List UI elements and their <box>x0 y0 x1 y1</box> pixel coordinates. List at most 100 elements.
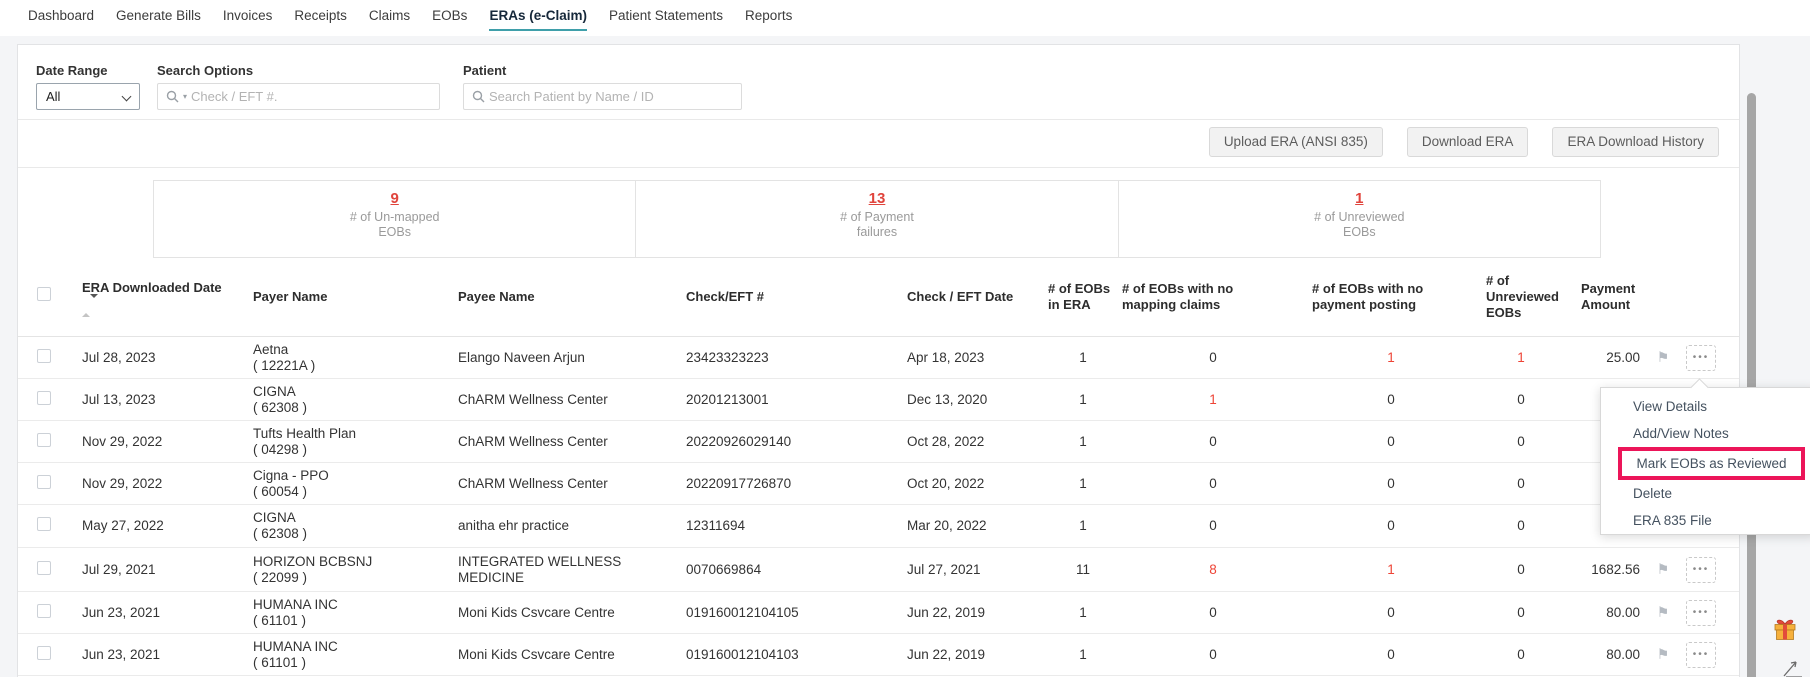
row-checkbox[interactable] <box>37 560 51 575</box>
patient-search-input[interactable] <box>489 89 741 104</box>
tab-eras-eclaim[interactable]: ERAs (e-Claim) <box>489 8 587 31</box>
eobs-no-posting-cell: 0 <box>1387 646 1395 662</box>
table-row[interactable]: Nov 29, 2022 Cigna - PPO( 60054 ) ChARM … <box>18 463 1739 505</box>
menu-item-add-view-notes[interactable]: Add/View Notes <box>1601 420 1810 447</box>
check-eft-date-cell: Jun 22, 2019 <box>907 646 986 662</box>
stat-unreviewed-eobs: 1 # of Unreviewed EOBs <box>1117 180 1601 258</box>
eobs-no-mapping-cell: 0 <box>1209 433 1217 449</box>
stat-failures-value-link[interactable]: 13 <box>869 190 886 207</box>
date-range-label: Date Range <box>36 63 108 78</box>
gift-icon[interactable] <box>1772 616 1798 647</box>
search-type-caret-icon[interactable]: ▾ <box>183 92 187 101</box>
unreviewed-eobs-cell: 0 <box>1517 561 1525 577</box>
header-payer-name: Payer Name <box>253 288 328 304</box>
date-range-value: All <box>46 89 61 104</box>
stat-failures-label: # of Payment failures <box>840 210 914 239</box>
tab-claims[interactable]: Claims <box>369 8 410 29</box>
table-row[interactable]: Jun 23, 2021 HUMANA INC( 61101 ) Moni Ki… <box>18 592 1739 634</box>
tab-receipts[interactable]: Receipts <box>294 8 347 29</box>
menu-item-mark-eobs-reviewed[interactable]: Mark EOBs as Reviewed <box>1618 447 1805 480</box>
eobs-in-era-cell: 11 <box>1075 561 1090 577</box>
row-context-menu: View Details Add/View Notes Mark EOBs as… <box>1600 387 1810 535</box>
era-downloaded-date-cell: May 27, 2022 <box>82 518 164 533</box>
unreviewed-eobs-cell: 0 <box>1517 391 1525 407</box>
payee-name-cell: Moni Kids Csvcare Centre <box>458 646 615 662</box>
table-row[interactable]: Jun 23, 2021 HUMANA INC( 61101 ) Moni Ki… <box>18 634 1739 676</box>
flag-icon[interactable]: ⚑ <box>1657 349 1670 365</box>
check-eft-date-cell: Oct 20, 2022 <box>907 475 985 491</box>
payment-amount-cell: 25.00 <box>1606 349 1640 365</box>
table-row[interactable]: Jul 29, 2021 HORIZON BCBSNJ( 22099 ) INT… <box>18 548 1739 592</box>
row-actions-button[interactable]: ••• <box>1686 344 1716 371</box>
eobs-in-era-cell: 1 <box>1079 433 1087 449</box>
header-check-eft-date: Check / EFT Date <box>907 288 1014 304</box>
era-downloaded-date-cell: Jul 13, 2023 <box>82 391 156 407</box>
header-eobs-no-mapping: # of EOBs with no mapping claims <box>1122 280 1234 312</box>
header-unreviewed-eobs: # of Unreviewed EOBs <box>1486 272 1559 320</box>
unreviewed-eobs-cell: 0 <box>1517 646 1525 662</box>
menu-item-delete[interactable]: Delete <box>1601 480 1810 507</box>
row-actions-button[interactable]: ••• <box>1686 641 1716 668</box>
tab-reports[interactable]: Reports <box>745 8 792 29</box>
era-downloaded-date-cell: Nov 29, 2022 <box>82 475 163 491</box>
row-checkbox[interactable] <box>37 474 51 489</box>
eobs-no-posting-cell: 0 <box>1387 433 1395 449</box>
row-checkbox[interactable] <box>37 517 51 531</box>
menu-item-era-835-file[interactable]: ERA 835 File <box>1601 507 1810 534</box>
era-downloaded-date-cell: Nov 29, 2022 <box>82 433 163 449</box>
stat-unmapped-value-link[interactable]: 9 <box>390 190 398 207</box>
menu-item-view-details[interactable]: View Details <box>1601 393 1810 420</box>
sort-indicator-icon[interactable] <box>82 293 253 317</box>
select-all-checkbox[interactable] <box>37 287 51 301</box>
eobs-no-mapping-cell: 0 <box>1209 349 1217 365</box>
tab-invoices[interactable]: Invoices <box>223 8 273 29</box>
upload-era-button[interactable]: Upload ERA (ANSI 835) <box>1208 127 1383 157</box>
flag-icon[interactable]: ⚑ <box>1657 646 1670 662</box>
table-row[interactable]: Jul 28, 2023 Aetna( 12221A ) Elango Nave… <box>18 337 1739 379</box>
era-download-history-button[interactable]: ERA Download History <box>1552 127 1719 157</box>
tab-dashboard[interactable]: Dashboard <box>28 8 94 29</box>
eobs-no-mapping-cell: 0 <box>1209 646 1217 662</box>
flag-icon[interactable]: ⚑ <box>1657 604 1670 620</box>
tab-patient-statements[interactable]: Patient Statements <box>609 8 723 29</box>
tab-eobs[interactable]: EOBs <box>432 8 467 29</box>
row-actions-button[interactable]: ••• <box>1686 599 1716 626</box>
eobs-no-mapping-cell: 1 <box>1209 391 1217 407</box>
table-row[interactable]: Jul 13, 2023 CIGNA( 62308 ) ChARM Wellne… <box>18 379 1739 421</box>
table-row[interactable]: Nov 29, 2022 Tufts Health Plan( 04298 ) … <box>18 421 1739 463</box>
check-eft-number-cell: 23423323223 <box>686 349 769 365</box>
check-eft-searchbox: ▾ <box>157 83 440 110</box>
row-checkbox[interactable] <box>37 645 51 660</box>
eobs-in-era-cell: 1 <box>1079 349 1087 365</box>
eobs-no-posting-cell: 1 <box>1387 561 1395 577</box>
patient-label: Patient <box>463 63 507 78</box>
eobs-no-mapping-cell: 0 <box>1209 475 1217 491</box>
row-actions-button[interactable]: ••• <box>1686 556 1716 583</box>
check-eft-date-cell: Dec 13, 2020 <box>907 391 988 407</box>
stat-unmapped-label: # of Un-mapped EOBs <box>349 210 440 239</box>
flag-icon[interactable]: ⚑ <box>1657 561 1670 577</box>
payee-name-cell: Moni Kids Csvcare Centre <box>458 604 615 620</box>
row-checkbox[interactable] <box>37 390 51 405</box>
check-eft-number-cell: 20220926029140 <box>686 433 792 449</box>
eobs-in-era-cell: 1 <box>1079 475 1087 491</box>
row-checkbox[interactable] <box>37 603 51 618</box>
download-era-button[interactable]: Download ERA <box>1406 127 1529 157</box>
check-eft-number-cell: 0070669864 <box>686 561 762 577</box>
check-eft-date-cell: Jun 22, 2019 <box>907 604 986 620</box>
date-range-select[interactable]: All <box>36 83 140 110</box>
vertical-scrollbar-thumb[interactable] <box>1747 93 1756 677</box>
check-eft-date-cell: Apr 18, 2023 <box>907 349 985 365</box>
stat-unreviewed-value-link[interactable]: 1 <box>1355 190 1363 207</box>
check-eft-number-cell: 12311694 <box>686 518 746 533</box>
row-checkbox[interactable] <box>37 432 51 447</box>
unreviewed-eobs-cell: 0 <box>1517 475 1525 491</box>
header-era-downloaded-date[interactable]: ERA Downloaded Date <box>82 280 253 317</box>
payee-name-cell: anitha ehr practice <box>458 518 570 533</box>
tab-generate-bills[interactable]: Generate Bills <box>116 8 201 29</box>
table-row[interactable]: May 27, 2022 CIGNA( 62308 ) anitha ehr p… <box>18 505 1739 548</box>
pen-icon[interactable] <box>1782 658 1804 677</box>
check-eft-search-input[interactable] <box>191 89 439 104</box>
check-eft-number-cell: 20201213001 <box>686 391 769 407</box>
row-checkbox[interactable] <box>37 348 51 363</box>
